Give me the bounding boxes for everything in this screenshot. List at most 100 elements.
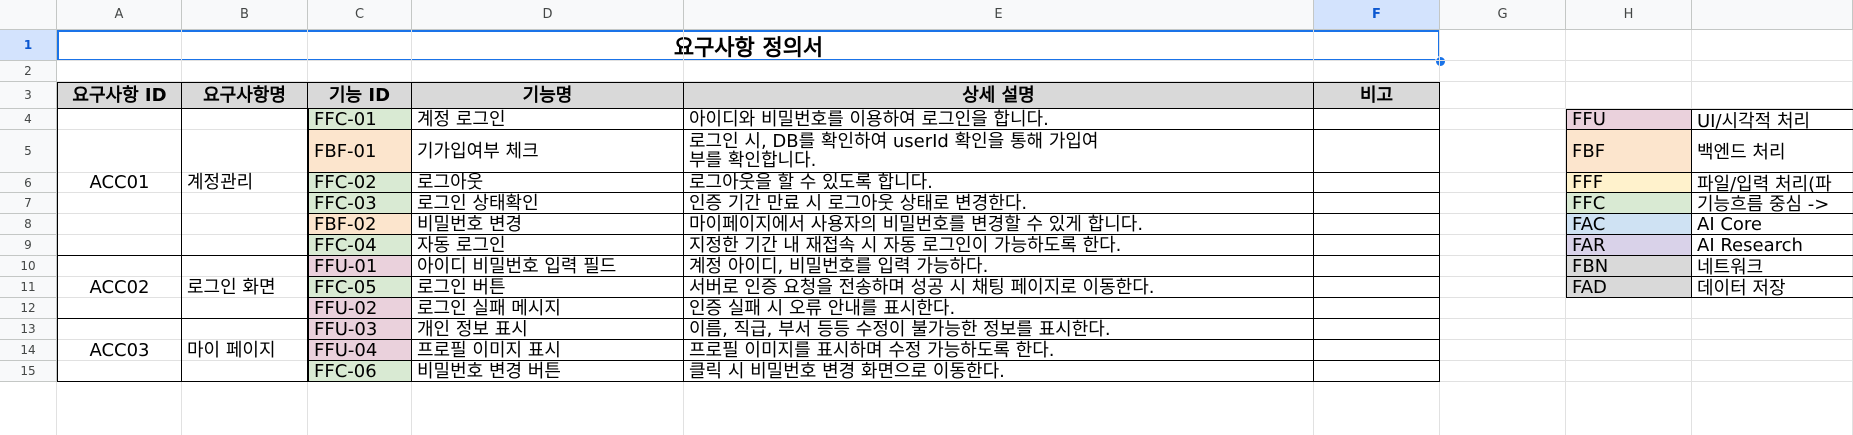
legend-label-cell[interactable]: 네트워크: [1692, 256, 1853, 277]
row-header-12[interactable]: 12: [0, 298, 57, 319]
feature-description-cell[interactable]: 로그아웃을 할 수 있도록 합니다.: [684, 173, 1314, 193]
feature-description-cell[interactable]: 지정한 기간 내 재접속 시 자동 로그인이 가능하도록 한다.: [684, 235, 1314, 256]
feature-name-cell[interactable]: 계정 로그인: [412, 109, 684, 130]
feature-description-cell[interactable]: 클릭 시 비밀번호 변경 화면으로 이동한다.: [684, 361, 1314, 382]
table-header-cell[interactable]: 비고: [1314, 82, 1440, 109]
row-header-15[interactable]: 15: [0, 361, 57, 382]
legend-code-cell[interactable]: FAD: [1566, 277, 1692, 298]
table-header-cell[interactable]: 요구사항 ID: [57, 82, 182, 109]
note-cell[interactable]: [1314, 277, 1440, 298]
column-header-d[interactable]: D: [412, 0, 684, 30]
row-header-4[interactable]: 4: [0, 109, 57, 130]
feature-description-cell[interactable]: 로그인 시, DB를 확인하여 userId 확인을 통해 가입여부를 확인합니…: [684, 130, 1314, 173]
legend-code-cell[interactable]: FFF: [1566, 173, 1692, 193]
feature-name-cell[interactable]: 프로필 이미지 표시: [412, 340, 684, 361]
requirement-id-cell[interactable]: ACC01: [57, 109, 182, 256]
feature-description-cell[interactable]: 서버로 인증 요청을 전송하며 성공 시 채팅 페이지로 이동한다.: [684, 277, 1314, 298]
feature-description-cell[interactable]: 인증 실패 시 오류 안내를 표시한다.: [684, 298, 1314, 319]
note-cell[interactable]: [1314, 130, 1440, 173]
legend-code-cell[interactable]: FAC: [1566, 214, 1692, 235]
column-header-e[interactable]: E: [684, 0, 1314, 30]
note-cell[interactable]: [1314, 256, 1440, 277]
note-cell[interactable]: [1314, 109, 1440, 130]
feature-code-cell[interactable]: FFC-05: [308, 277, 412, 298]
feature-code-cell[interactable]: FFC-02: [308, 173, 412, 193]
legend-label-cell[interactable]: 파일/입력 처리(파: [1692, 173, 1853, 193]
feature-name-cell[interactable]: 기가입여부 체크: [412, 130, 684, 173]
row-header-11[interactable]: 11: [0, 277, 57, 298]
row-header-1[interactable]: 1: [0, 30, 57, 61]
requirement-id-cell[interactable]: ACC02: [57, 256, 182, 319]
table-header-cell[interactable]: 상세 설명: [684, 82, 1314, 109]
row-header-9[interactable]: 9: [0, 235, 57, 256]
row-header-2[interactable]: 2: [0, 61, 57, 82]
spreadsheet-grid[interactable]: 요구사항 정의서 A B C D E F G H 1 2 3 4 5 6 7 8 9 10 11 12 13 14 15 요구…: [0, 0, 1853, 435]
row-header-13[interactable]: 13: [0, 319, 57, 340]
feature-name-cell[interactable]: 아이디 비밀번호 입력 필드: [412, 256, 684, 277]
sheet-title-cell[interactable]: 요구사항 정의서: [57, 30, 1440, 61]
feature-name-cell[interactable]: 자동 로그인: [412, 235, 684, 256]
feature-code-cell[interactable]: FFC-06: [308, 361, 412, 382]
note-cell[interactable]: [1314, 319, 1440, 340]
row-header-8[interactable]: 8: [0, 214, 57, 235]
requirement-id-cell[interactable]: ACC03: [57, 319, 182, 382]
legend-label-cell[interactable]: 기능흐름 중심 ->: [1692, 193, 1853, 214]
feature-name-cell[interactable]: 로그인 상태확인: [412, 193, 684, 214]
note-cell[interactable]: [1314, 235, 1440, 256]
legend-label-cell[interactable]: AI Core: [1692, 214, 1853, 235]
feature-code-cell[interactable]: FFC-04: [308, 235, 412, 256]
requirement-name-cell[interactable]: 마이 페이지: [182, 319, 308, 382]
feature-code-cell[interactable]: FFU-02: [308, 298, 412, 319]
feature-code-cell[interactable]: FFC-01: [308, 109, 412, 130]
feature-description-cell[interactable]: 계정 아이디, 비밀번호를 입력 가능하다.: [684, 256, 1314, 277]
column-header-c[interactable]: C: [308, 0, 412, 30]
feature-name-cell[interactable]: 개인 정보 표시: [412, 319, 684, 340]
legend-label-cell[interactable]: AI Research: [1692, 235, 1853, 256]
legend-label-cell[interactable]: UI/시각적 처리: [1692, 109, 1853, 130]
legend-code-cell[interactable]: FFC: [1566, 193, 1692, 214]
requirement-name-cell[interactable]: 계정관리: [182, 109, 308, 256]
requirement-name-cell[interactable]: 로그인 화면: [182, 256, 308, 319]
row-header-5[interactable]: 5: [0, 130, 57, 173]
feature-description-cell[interactable]: 아이디와 비밀번호를 이용하여 로그인을 합니다.: [684, 109, 1314, 130]
feature-code-cell[interactable]: FBF-02: [308, 214, 412, 235]
table-header-cell[interactable]: 기능 ID: [308, 82, 412, 109]
table-header-cell[interactable]: 요구사항명: [182, 82, 308, 109]
select-all-corner[interactable]: [0, 0, 57, 30]
feature-description-cell[interactable]: 인증 기간 만료 시 로그아웃 상태로 변경한다.: [684, 193, 1314, 214]
legend-code-cell[interactable]: FAR: [1566, 235, 1692, 256]
feature-name-cell[interactable]: 로그인 실패 메시지: [412, 298, 684, 319]
feature-name-cell[interactable]: 비밀번호 변경 버튼: [412, 361, 684, 382]
feature-description-cell[interactable]: 이름, 직급, 부서 등등 수정이 불가능한 정보를 표시한다.: [684, 319, 1314, 340]
column-header-a[interactable]: A: [57, 0, 182, 30]
legend-code-cell[interactable]: FBF: [1566, 130, 1692, 173]
feature-code-cell[interactable]: FFC-03: [308, 193, 412, 214]
row-header-3[interactable]: 3: [0, 82, 57, 109]
row-header-14[interactable]: 14: [0, 340, 57, 361]
note-cell[interactable]: [1314, 361, 1440, 382]
column-header-extra[interactable]: [1692, 0, 1853, 30]
feature-code-cell[interactable]: FBF-01: [308, 130, 412, 173]
column-header-g[interactable]: G: [1440, 0, 1566, 30]
legend-code-cell[interactable]: FBN: [1566, 256, 1692, 277]
note-cell[interactable]: [1314, 214, 1440, 235]
row-header-10[interactable]: 10: [0, 256, 57, 277]
note-cell[interactable]: [1314, 340, 1440, 361]
column-header-b[interactable]: B: [182, 0, 308, 30]
fill-handle[interactable]: [1435, 56, 1446, 67]
feature-name-cell[interactable]: 로그인 버튼: [412, 277, 684, 298]
row-header-6[interactable]: 6: [0, 173, 57, 193]
feature-code-cell[interactable]: FFU-01: [308, 256, 412, 277]
legend-label-cell[interactable]: 백엔드 처리: [1692, 130, 1853, 173]
row-header-7[interactable]: 7: [0, 193, 57, 214]
note-cell[interactable]: [1314, 173, 1440, 193]
table-header-cell[interactable]: 기능명: [412, 82, 684, 109]
column-header-h[interactable]: H: [1566, 0, 1692, 30]
legend-code-cell[interactable]: FFU: [1566, 109, 1692, 130]
note-cell[interactable]: [1314, 193, 1440, 214]
feature-code-cell[interactable]: FFU-03: [308, 319, 412, 340]
column-header-f[interactable]: F: [1314, 0, 1440, 30]
feature-description-cell[interactable]: 프로필 이미지를 표시하며 수정 가능하도록 한다.: [684, 340, 1314, 361]
legend-label-cell[interactable]: 데이터 저장: [1692, 277, 1853, 298]
feature-description-cell[interactable]: 마이페이지에서 사용자의 비밀번호를 변경할 수 있게 합니다.: [684, 214, 1314, 235]
